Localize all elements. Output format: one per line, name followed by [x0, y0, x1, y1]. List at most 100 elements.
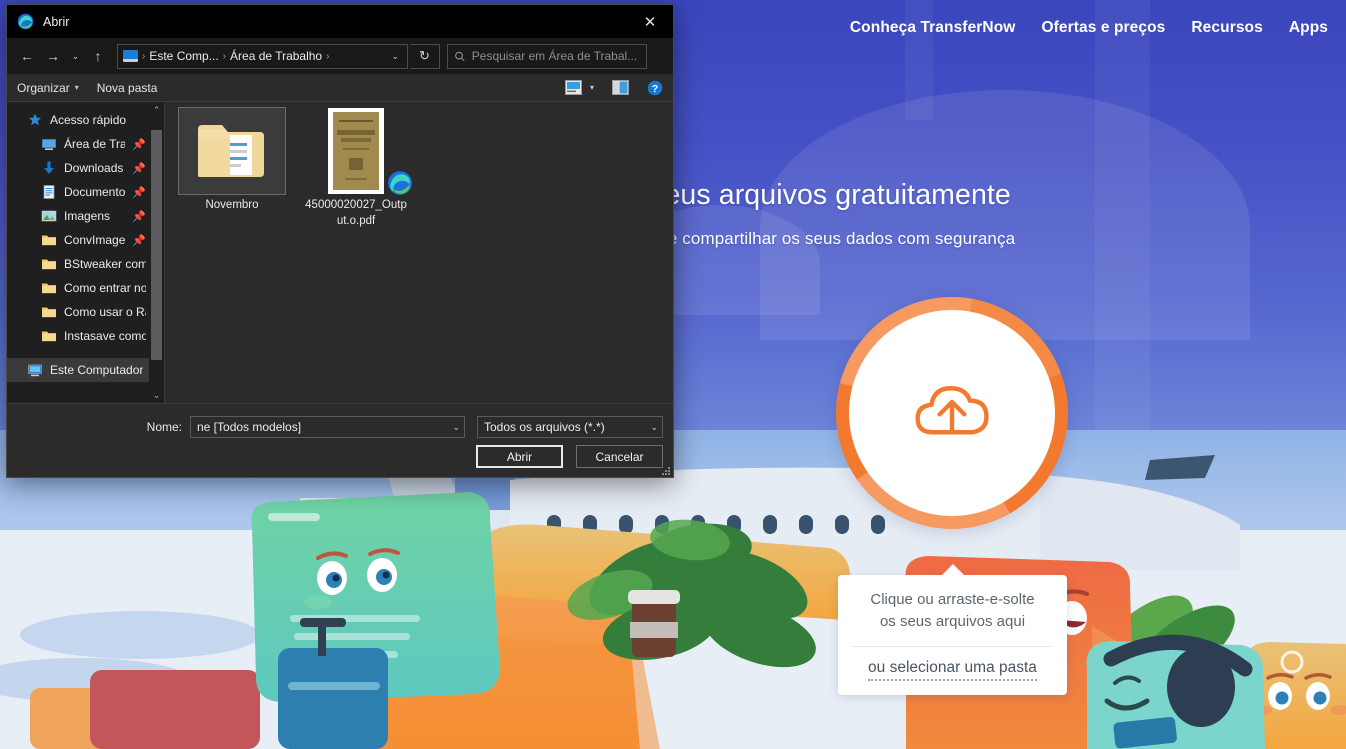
- sidebar-item-label: Downloads: [64, 161, 124, 175]
- dialog-button-row: Abrir Cancelar: [476, 445, 663, 468]
- callout-arrow: [940, 564, 965, 576]
- sidebar-item-label: Documentos: [64, 185, 126, 199]
- file-item-name: 45000020027_Output.o.pdf: [305, 199, 407, 227]
- resize-grip-icon[interactable]: [660, 465, 670, 475]
- select-folder-link[interactable]: ou selecionar uma pasta: [868, 659, 1037, 681]
- view-chevron-down-icon[interactable]: ▾: [590, 83, 594, 92]
- chevron-down-icon[interactable]: ⌄: [644, 422, 658, 433]
- edge-browser-icon: [17, 13, 34, 30]
- search-icon: [455, 51, 465, 61]
- sidebar-item-bstweaker[interactable]: BStweaker como: [7, 252, 164, 276]
- sidebar-item-label: BStweaker como: [64, 257, 146, 271]
- dialog-footer: Nome: ne [Todos modelos] ⌄ Todos os arqu…: [7, 403, 673, 477]
- breadcrumb-chevron-down-icon[interactable]: ⌄: [385, 51, 405, 62]
- folder-icon: [178, 107, 286, 195]
- file-type-filter-select[interactable]: Todos os arquivos (*.*) ⌄: [477, 416, 663, 438]
- sidebar-item-label: Como usar o Rad: [64, 305, 146, 319]
- new-folder-button[interactable]: Nova pasta: [97, 81, 158, 95]
- sidebar-item-convimages[interactable]: ConvImages 📌: [7, 228, 164, 252]
- sidebar-item-area-de-trabalho[interactable]: Área de Traba 📌: [7, 132, 164, 156]
- documents-icon: [43, 185, 55, 199]
- breadcrumb[interactable]: › Este Comp... › Área de Trabalho › ⌄: [117, 43, 408, 69]
- chevron-down-icon[interactable]: ⌄: [446, 422, 460, 433]
- nav-link-apps[interactable]: Apps: [1289, 19, 1328, 37]
- nav-link-recursos[interactable]: Recursos: [1191, 19, 1262, 37]
- breadcrumb-item-este-computador[interactable]: Este Comp...: [146, 49, 221, 63]
- pdf-thumbnail: [303, 108, 412, 195]
- headphone-character: [1086, 634, 1265, 749]
- callout-divider: [852, 645, 1053, 647]
- pin-icon[interactable]: 📌: [132, 210, 146, 223]
- preview-pane-icon[interactable]: [612, 80, 629, 95]
- refresh-icon[interactable]: ↻: [410, 43, 440, 69]
- dialog-toolbar: Organizar ▾ Nova pasta ▾ ?: [7, 74, 673, 102]
- search-input[interactable]: [471, 49, 640, 63]
- folder-icon: [42, 331, 56, 342]
- file-item-name: Novembro: [205, 199, 259, 211]
- upload-dropzone[interactable]: [836, 297, 1068, 529]
- sidebar-item-label: Imagens: [64, 209, 111, 223]
- sidebar-item-label: Instasave como: [64, 329, 146, 343]
- nav-link-ofertas[interactable]: Ofertas e preços: [1041, 19, 1165, 37]
- sidebar-item-como-entrar-no[interactable]: Como entrar no: [7, 276, 164, 300]
- sidebar-item-instasave-como[interactable]: Instasave como: [7, 324, 164, 348]
- folder-icon: [42, 283, 56, 294]
- view-layout-icon[interactable]: [564, 80, 582, 95]
- pin-icon[interactable]: 📌: [132, 162, 146, 175]
- help-icon[interactable]: ?: [647, 80, 663, 96]
- recent-locations-chevron-down-icon[interactable]: ⌄: [67, 43, 84, 69]
- folder-icon: [42, 235, 56, 246]
- organize-button[interactable]: Organizar ▾: [17, 81, 79, 95]
- sidebar-scroll-up-chevron-up-icon[interactable]: ⌃: [149, 102, 164, 118]
- pictures-icon: [41, 210, 57, 222]
- nav-link-conheca[interactable]: Conheça TransferNow: [850, 19, 1016, 37]
- dialog-sidebar[interactable]: Acesso rápido Área de Traba 📌: [7, 102, 165, 403]
- arrow-right-icon[interactable]: →: [41, 43, 65, 69]
- arrow-up-icon[interactable]: ↑: [86, 43, 110, 69]
- folder-icon: [42, 259, 56, 270]
- sidebar-item-documentos[interactable]: Documentos 📌: [7, 180, 164, 204]
- search-input-wrapper[interactable]: [447, 43, 647, 69]
- sidebar-item-downloads[interactable]: Downloads 📌: [7, 156, 164, 180]
- pin-icon[interactable]: 📌: [132, 234, 146, 247]
- pin-icon[interactable]: 📌: [132, 186, 146, 199]
- sidebar-item-label: Como entrar no: [64, 281, 146, 295]
- desktop-icon: [42, 139, 56, 150]
- file-type-filter-value: Todos os arquivos (*.*): [484, 420, 605, 434]
- download-icon: [44, 161, 54, 174]
- sidebar-item-este-computador[interactable]: Este Computador: [7, 358, 164, 382]
- file-item-pdf[interactable]: 45000020027_Output.o.pdf: [303, 108, 412, 229]
- organize-label: Organizar: [17, 80, 70, 95]
- arrow-left-icon[interactable]: ←: [15, 43, 39, 69]
- upload-circle-inner[interactable]: [849, 310, 1055, 516]
- file-open-dialog[interactable]: Abrir ✕ ← → ⌄ ↑ › Este Comp... › Área de…: [6, 4, 674, 478]
- chevron-down-icon: ▾: [74, 83, 79, 92]
- file-name-input[interactable]: ne [Todos modelos] ⌄: [190, 416, 465, 438]
- sidebar-item-imagens[interactable]: Imagens 📌: [7, 204, 164, 228]
- svg-text:?: ?: [652, 83, 658, 95]
- pin-icon[interactable]: 📌: [132, 138, 146, 151]
- sidebar-item-label: Área de Traba: [64, 137, 125, 151]
- sidebar-item-como-usar-o-rad[interactable]: Como usar o Rad: [7, 300, 164, 324]
- breadcrumb-item-area-de-trabalho[interactable]: Área de Trabalho: [227, 49, 325, 63]
- sidebar-item-label: Acesso rápido: [50, 113, 127, 127]
- breadcrumb-separator: ›: [326, 50, 330, 62]
- dropzone-callout: Clique ou arraste-e-solte os seus arquiv…: [838, 564, 1067, 695]
- sidebar-item-label: Este Computador: [50, 363, 144, 377]
- sidebar-item-acesso-rapido[interactable]: Acesso rápido: [7, 108, 164, 132]
- file-item-novembro[interactable]: Novembro: [178, 107, 286, 214]
- folder-icon: [42, 307, 56, 318]
- edge-browser-icon: [388, 171, 412, 195]
- callout-line-2: os seus arquivos aqui: [879, 612, 1026, 630]
- cloud-upload-icon: [915, 386, 989, 435]
- sidebar-scrollbar[interactable]: [149, 118, 164, 387]
- file-list-pane[interactable]: Novembro 45000020027_Output.o.pdf: [165, 102, 673, 403]
- cancel-button[interactable]: Cancelar: [576, 445, 663, 468]
- file-name-label: Nome:: [146, 420, 182, 434]
- sidebar-scrollbar-thumb[interactable]: [151, 130, 162, 360]
- sidebar-scroll-down-chevron-down-icon[interactable]: ⌄: [149, 387, 164, 403]
- open-button[interactable]: Abrir: [476, 445, 563, 468]
- dialog-title: Abrir: [43, 14, 70, 29]
- close-icon[interactable]: ✕: [627, 5, 673, 38]
- dialog-body: Acesso rápido Área de Traba 📌: [7, 102, 673, 403]
